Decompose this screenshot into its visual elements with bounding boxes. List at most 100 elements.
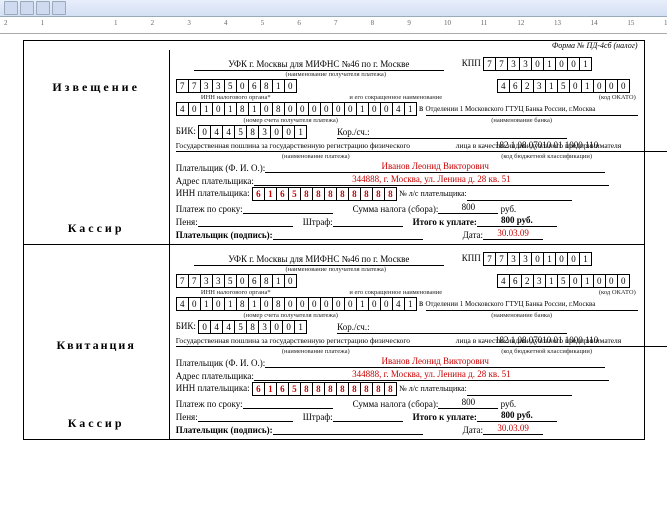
cell: 0 bbox=[270, 125, 282, 139]
cell: 1 bbox=[404, 102, 417, 116]
cell: 0 bbox=[188, 102, 200, 116]
cell: 0 bbox=[555, 57, 567, 71]
cell: 8 bbox=[384, 187, 397, 201]
cell: 0 bbox=[569, 79, 581, 93]
inn-org-caption: ИНН налогового органа* bbox=[176, 94, 296, 101]
cell: 8 bbox=[324, 187, 336, 201]
word-toolbar[interactable] bbox=[0, 0, 667, 17]
acct-caption: (номер счета получателя платежа) bbox=[176, 117, 406, 124]
cell: 1 bbox=[404, 297, 417, 311]
cell: 3 bbox=[212, 79, 224, 93]
okato-caption: (код ОКАТО) bbox=[496, 289, 636, 296]
cell: 0 bbox=[332, 102, 344, 116]
bik-label: БИК: bbox=[176, 126, 196, 136]
cell: 0 bbox=[282, 320, 294, 334]
cell: 1 bbox=[543, 252, 555, 266]
date-value: 30.03.09 bbox=[483, 423, 543, 435]
total-label: Итого к уплате: bbox=[413, 412, 477, 422]
cell: 8 bbox=[236, 102, 248, 116]
cell: 0 bbox=[308, 102, 320, 116]
cell: 0 bbox=[320, 297, 332, 311]
cell: 6 bbox=[248, 274, 260, 288]
cell: 0 bbox=[212, 297, 224, 311]
cell: 8 bbox=[348, 187, 360, 201]
tb-icon[interactable] bbox=[36, 1, 50, 15]
pls-label: № л/с плательщика: bbox=[399, 384, 467, 393]
cell: 1 bbox=[581, 79, 593, 93]
cell: 0 bbox=[270, 320, 282, 334]
cell: 0 bbox=[344, 102, 356, 116]
receipt-title: Квитанция bbox=[56, 338, 135, 353]
total-value: 800 руб. bbox=[477, 410, 557, 422]
cell: 7 bbox=[483, 252, 495, 266]
total-label: Итого к уплате: bbox=[413, 217, 477, 227]
cell: 3 bbox=[200, 79, 212, 93]
cell: 6 bbox=[276, 382, 288, 396]
cell: 8 bbox=[300, 382, 312, 396]
recipient: УФК г. Москвы для МИФНС №46 по г. Москве bbox=[194, 59, 444, 71]
cell: 3 bbox=[200, 274, 212, 288]
cell: 8 bbox=[246, 320, 258, 334]
okato-caption: (код ОКАТО) bbox=[496, 94, 636, 101]
cell: 0 bbox=[617, 274, 630, 288]
tb-icon[interactable] bbox=[4, 1, 18, 15]
cell: 4 bbox=[222, 320, 234, 334]
in-label: в bbox=[419, 298, 423, 308]
pls-value bbox=[467, 189, 572, 201]
cell: 1 bbox=[264, 382, 276, 396]
cell: 2 bbox=[521, 274, 533, 288]
cell: 0 bbox=[320, 102, 332, 116]
cell: 0 bbox=[567, 57, 579, 71]
cell: 5 bbox=[557, 274, 569, 288]
cell: 0 bbox=[380, 297, 392, 311]
cell: 7 bbox=[495, 57, 507, 71]
addr-label: Адрес плательщика: bbox=[176, 176, 254, 186]
recipient-caption: (наименование получателя платежа) bbox=[236, 266, 436, 273]
left-col: Извещение Кассир bbox=[24, 50, 170, 244]
cell: 4 bbox=[210, 320, 222, 334]
short-name-caption: и его сокращенное наименование bbox=[296, 94, 496, 101]
cell: 0 bbox=[569, 274, 581, 288]
cell: 4 bbox=[176, 102, 188, 116]
cell: 0 bbox=[260, 102, 272, 116]
cell: 1 bbox=[356, 297, 368, 311]
cell: 8 bbox=[336, 382, 348, 396]
cell: 4 bbox=[222, 125, 234, 139]
tb-icon[interactable] bbox=[20, 1, 34, 15]
cell: 8 bbox=[336, 187, 348, 201]
cashier-label: Кассир bbox=[68, 416, 125, 431]
cell: 8 bbox=[272, 297, 284, 311]
kbk: 182 1 08 07010 01 1000 110 bbox=[467, 335, 627, 347]
notice-title: Извещение bbox=[52, 80, 140, 95]
cell: 8 bbox=[236, 297, 248, 311]
cell: 8 bbox=[360, 382, 372, 396]
pinn-label: ИНН плательщика: bbox=[176, 383, 250, 393]
inn-org-caption: ИНН налогового органа* bbox=[176, 289, 296, 296]
cell: 3 bbox=[507, 57, 519, 71]
cell: 4 bbox=[210, 125, 222, 139]
cell: 7 bbox=[495, 252, 507, 266]
cell: 0 bbox=[296, 102, 308, 116]
page-area: Форма № ПД-4сб (налог) Извещение Кассир … bbox=[0, 34, 667, 450]
cell: 1 bbox=[200, 297, 212, 311]
tb-icon[interactable] bbox=[52, 1, 66, 15]
cell: 1 bbox=[224, 297, 236, 311]
cell: 8 bbox=[384, 382, 397, 396]
form-number: Форма № ПД-4сб (налог) bbox=[24, 41, 644, 50]
cell: 6 bbox=[509, 79, 521, 93]
cell: 7 bbox=[188, 79, 200, 93]
payer-label: Плательщик (Ф. И. О.): bbox=[176, 358, 266, 368]
cell: 7 bbox=[176, 274, 188, 288]
payer-name: Иванов Леонид Викторович bbox=[265, 161, 605, 173]
cell: 3 bbox=[519, 252, 531, 266]
cell: 4 bbox=[392, 297, 404, 311]
cell: 5 bbox=[224, 79, 236, 93]
cell: 1 bbox=[200, 102, 212, 116]
cell: 0 bbox=[260, 297, 272, 311]
cell: 3 bbox=[507, 252, 519, 266]
cell: 7 bbox=[176, 79, 188, 93]
cell: 8 bbox=[324, 382, 336, 396]
due-value bbox=[243, 397, 333, 409]
bik-label: БИК: bbox=[176, 321, 196, 331]
cell: 1 bbox=[248, 102, 260, 116]
